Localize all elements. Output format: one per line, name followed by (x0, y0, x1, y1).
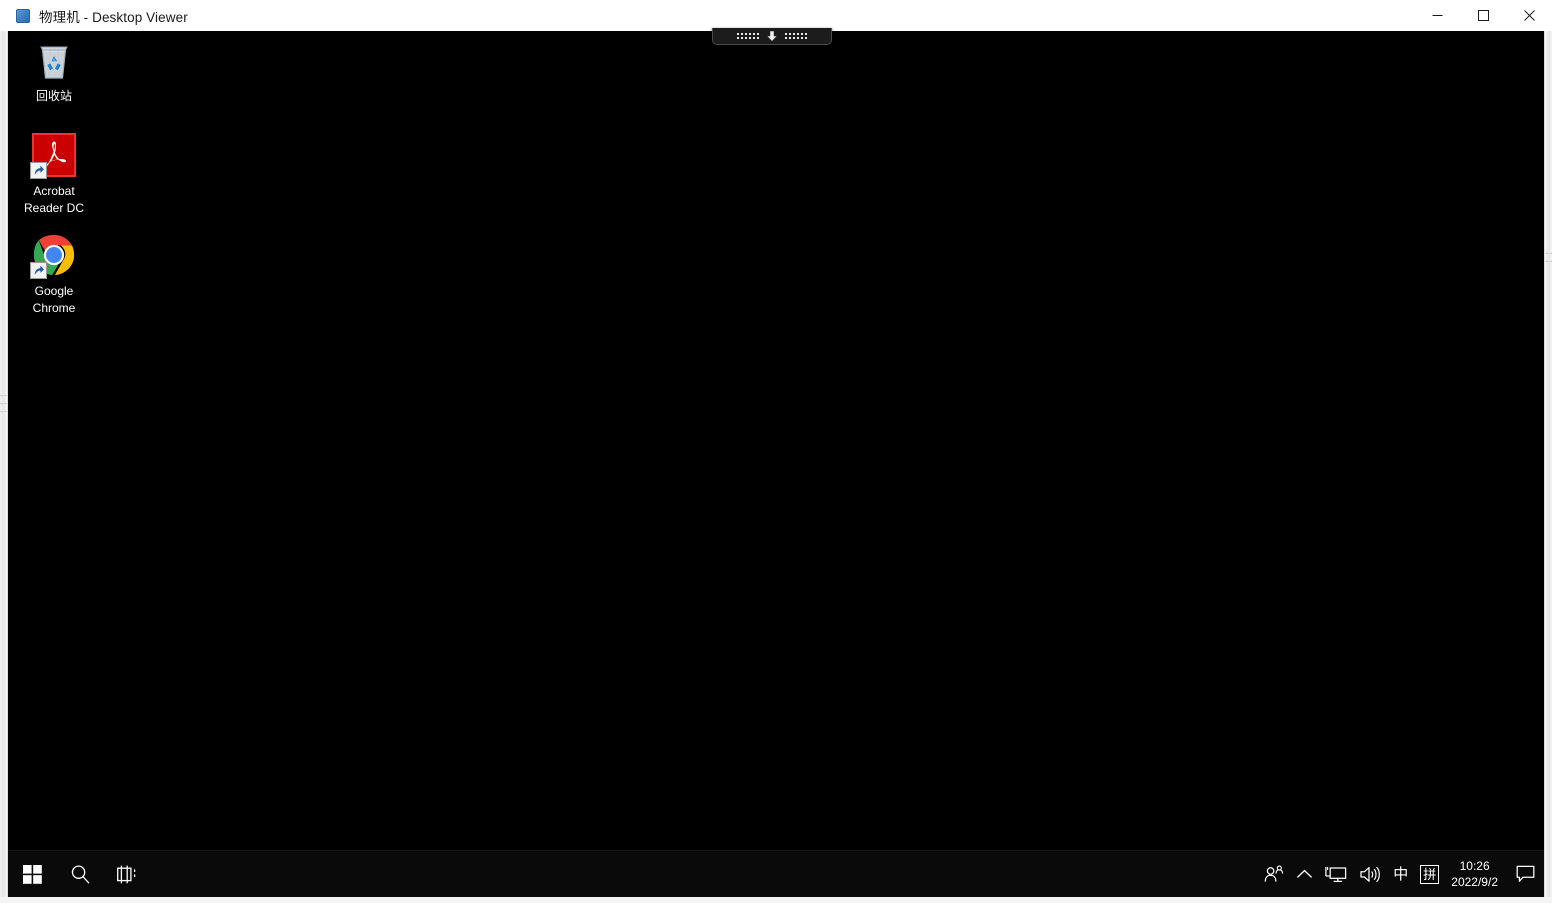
system-tray: 中 拼 10:26 2022/9/2 (1258, 851, 1544, 897)
speaker-glyph (1360, 866, 1381, 882)
maximize-icon (1477, 10, 1489, 21)
network-monitor-glyph (1325, 866, 1347, 882)
desktop-icon-label: Acrobat Reader DC (23, 184, 85, 215)
search-icon[interactable] (56, 851, 104, 898)
ime-chinese-icon[interactable]: 中 (1387, 851, 1414, 898)
window-controls (1414, 0, 1552, 31)
desktop-icon-label: Google Chrome (32, 284, 76, 315)
speaker-icon[interactable] (1353, 851, 1387, 898)
grip-dots-icon-right[interactable] (785, 33, 807, 39)
taskbar-spacer (152, 851, 1258, 897)
desktop-icon-label: 回收站 (35, 89, 72, 103)
close-icon (1523, 10, 1535, 21)
title-bar[interactable]: 物理机 - Desktop Viewer (0, 0, 1552, 31)
window-title: 物理机 - Desktop Viewer (39, 9, 188, 25)
shortcut-arrow-icon (34, 265, 44, 275)
desktop-viewer-window: 物理机 - Desktop Viewer 回收站 Acrobat Reader … (0, 0, 1552, 903)
people-glyph (1264, 865, 1284, 882)
people-icon[interactable] (1258, 851, 1290, 898)
windows-logo-icon (22, 864, 42, 884)
window-frame-left (0, 31, 8, 897)
ime-pinyin-icon[interactable]: 拼 (1414, 851, 1445, 898)
connection-bar[interactable] (712, 28, 832, 45)
chevron-up-icon[interactable] (1290, 851, 1319, 898)
clock-time: 10:26 (1459, 859, 1490, 873)
taskbar-left-group (8, 851, 152, 897)
window-frame-bottom (0, 897, 1552, 903)
taskbar-clock[interactable]: 10:26 2022/9/2 (1445, 851, 1508, 898)
shortcut-arrow-icon (34, 165, 44, 175)
minimize-button[interactable] (1414, 0, 1460, 31)
grip-dots-icon-left[interactable] (737, 33, 759, 39)
search-glyph (71, 864, 89, 884)
network-monitor-icon[interactable] (1319, 851, 1353, 898)
maximize-button[interactable] (1460, 0, 1506, 31)
recycle-bin-icon (30, 36, 78, 84)
clock-date: 2022/9/2 (1451, 875, 1498, 889)
pin-down-arrow-icon[interactable] (766, 30, 778, 42)
desktop-viewer-icon (16, 8, 30, 23)
pin-down-arrow-glyph (767, 31, 777, 41)
start-button[interactable] (8, 851, 56, 898)
shortcut-arrow-badge (30, 162, 47, 179)
close-button[interactable] (1506, 0, 1552, 31)
shortcut-arrow-badge (30, 262, 47, 279)
task-view-icon[interactable] (104, 851, 152, 898)
remote-desktop-surface[interactable]: 回收站 Acrobat Reader DC Google Chrome 中 拼 … (8, 31, 1544, 897)
action-center-icon[interactable] (1508, 851, 1542, 898)
desktop-icon-recycle-bin[interactable]: 回收站 (16, 36, 92, 105)
task-view-glyph (117, 865, 136, 883)
ime-pinyin-label: 拼 (1420, 864, 1440, 884)
chevron-up-glyph (1297, 869, 1313, 878)
desktop-icon-google-chrome[interactable]: Google Chrome (16, 231, 92, 317)
window-frame-right (1544, 31, 1552, 897)
action-center-glyph (1516, 865, 1534, 882)
acrobat-reader-icon (30, 131, 78, 179)
minimize-icon (1432, 15, 1442, 16)
desktop-icon-acrobat-reader[interactable]: Acrobat Reader DC (16, 131, 92, 217)
taskbar: 中 拼 10:26 2022/9/2 (8, 850, 1544, 897)
ime-chinese-label: 中 (1393, 865, 1409, 883)
chrome-icon (30, 231, 78, 279)
